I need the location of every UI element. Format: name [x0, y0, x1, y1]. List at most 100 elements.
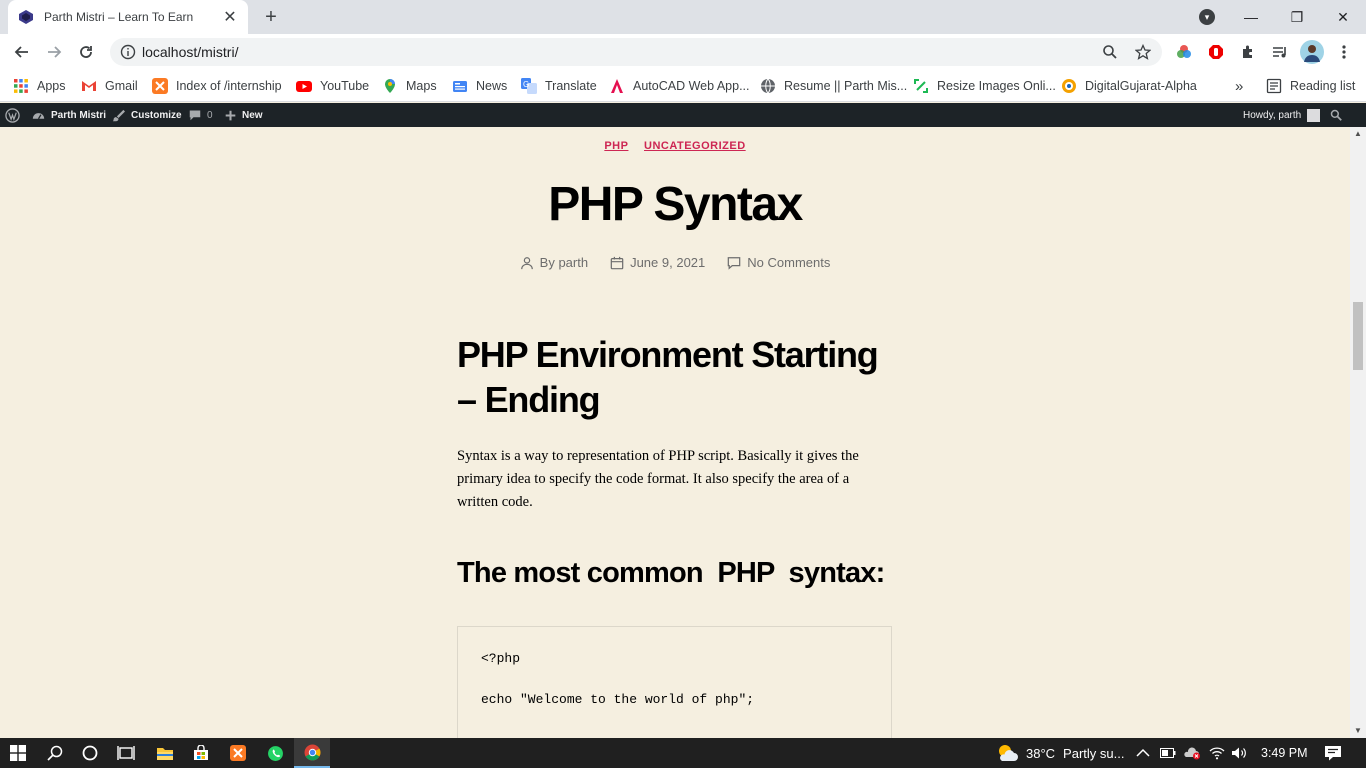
news-icon: [453, 81, 467, 92]
reading-list-button[interactable]: Reading list: [1266, 76, 1355, 96]
code-line: <?php: [481, 651, 521, 666]
battery-icon[interactable]: [1160, 738, 1176, 768]
bookmarks-overflow-button[interactable]: »: [1235, 76, 1243, 96]
reading-list-label: Reading list: [1290, 79, 1356, 93]
globe-icon: [761, 78, 775, 94]
color-extension-icon[interactable]: [1174, 42, 1194, 62]
post-paragraph: Syntax is a way to representation of PHP…: [457, 448, 859, 510]
wp-customize[interactable]: Customize: [112, 103, 182, 127]
cortana-icon[interactable]: [72, 738, 108, 768]
url-text: localhost/mistri/: [142, 44, 239, 60]
post-comments-link[interactable]: No Comments: [727, 255, 830, 270]
bookmark-apps[interactable]: Apps: [13, 76, 66, 96]
bookmark-label: Gmail: [105, 79, 138, 93]
wp-comments[interactable]: 0: [189, 103, 213, 127]
site-favicon-icon: [19, 10, 33, 24]
system-clock[interactable]: 3:49 PM: [1261, 738, 1308, 768]
chrome-taskbar-icon[interactable]: [294, 738, 330, 768]
heading-common-syntax: The most common PHP syntax:: [457, 557, 885, 589]
bookmark-autocad[interactable]: AutoCAD Web App...: [609, 76, 750, 96]
weather-description: Partly su...: [1063, 745, 1125, 761]
minimize-button[interactable]: —: [1228, 0, 1274, 34]
maps-icon: [385, 79, 395, 93]
bookmark-internship[interactable]: Index of /internship: [152, 76, 282, 96]
new-tab-button[interactable]: +: [260, 6, 282, 28]
show-hidden-icons-button[interactable]: [1136, 738, 1150, 768]
bookmark-label: Resize Images Onli...: [937, 79, 1056, 93]
bookmark-youtube[interactable]: YouTube: [296, 76, 369, 96]
comment-icon: [727, 256, 741, 270]
wp-new-label: New: [242, 109, 263, 121]
extensions-puzzle-icon[interactable]: [1238, 42, 1258, 62]
bookmark-gmail[interactable]: Gmail: [81, 76, 138, 96]
wp-site-name-label: Parth Mistri: [51, 109, 107, 121]
tab-close-icon[interactable]: ✕: [222, 7, 238, 27]
wp-search-icon[interactable]: [1330, 103, 1348, 127]
bookmarks-bar: Apps Gmail Index of /internship YouTube …: [0, 70, 1366, 102]
post-date-label: June 9, 2021: [630, 255, 706, 270]
wp-account-menu[interactable]: Howdy, parth: [1243, 103, 1321, 127]
chrome-menu-icon[interactable]: [1334, 42, 1354, 62]
bookmark-resize-images[interactable]: Resize Images Onli...: [913, 76, 1056, 96]
wordpress-logo-icon[interactable]: [5, 103, 26, 127]
bookmark-label: Apps: [37, 79, 66, 93]
tab-search-icon[interactable]: ▾: [1199, 9, 1215, 25]
category-link-uncategorized[interactable]: UNCATEGORIZED: [644, 140, 746, 152]
wp-site-name[interactable]: Parth Mistri: [32, 103, 106, 127]
wp-customize-label: Customize: [131, 109, 182, 121]
windows-start-icon[interactable]: [0, 738, 36, 768]
plus-icon: [225, 110, 236, 120]
scroll-up-icon[interactable]: ▲: [1350, 127, 1366, 141]
wifi-icon[interactable]: [1209, 738, 1225, 768]
whatsapp-icon[interactable]: [257, 738, 293, 768]
xampp-icon: [152, 78, 168, 94]
bookmark-star-icon[interactable]: [1135, 44, 1151, 60]
wp-new[interactable]: New: [225, 103, 263, 127]
forward-icon[interactable]: [42, 40, 66, 64]
profile-avatar[interactable]: [1300, 40, 1324, 64]
post-date[interactable]: June 9, 2021: [610, 255, 705, 270]
restore-button[interactable]: ❐: [1274, 0, 1320, 34]
category-link-php[interactable]: PHP: [604, 140, 628, 152]
bookmark-label: Maps: [406, 79, 437, 93]
back-icon[interactable]: [10, 40, 34, 64]
adblock-icon[interactable]: [1206, 42, 1226, 62]
bookmark-maps[interactable]: Maps: [382, 76, 437, 96]
file-explorer-icon[interactable]: [147, 738, 183, 768]
post-comments-label: No Comments: [747, 255, 831, 270]
address-bar[interactable]: localhost/mistri/: [110, 38, 1162, 66]
bookmark-resume[interactable]: Resume || Parth Mis...: [760, 76, 907, 96]
tab-title: Parth Mistri – Learn To Earn: [44, 10, 194, 24]
post-title: PHP Syntax: [548, 178, 803, 231]
close-window-button[interactable]: ✕: [1320, 0, 1366, 34]
site-info-icon[interactable]: [120, 44, 136, 60]
media-control-icon[interactable]: [1270, 42, 1290, 62]
reload-icon[interactable]: [74, 40, 98, 64]
bookmark-digitalgujarat[interactable]: DigitalGujarat-Alpha: [1061, 76, 1197, 96]
scroll-down-icon[interactable]: ▼: [1350, 724, 1366, 738]
action-center-icon[interactable]: [1324, 738, 1342, 768]
task-view-icon[interactable]: [108, 738, 144, 768]
post-author[interactable]: By parth: [520, 255, 588, 270]
xampp-taskbar-icon[interactable]: [220, 738, 256, 768]
store-icon[interactable]: [183, 738, 219, 768]
bookmark-label: DigitalGujarat-Alpha: [1085, 79, 1197, 93]
bookmark-news[interactable]: News: [452, 76, 507, 96]
wp-comments-count: 0: [207, 109, 213, 121]
search-icon[interactable]: [37, 738, 73, 768]
wp-admin-bar: Parth Mistri Customize 0 New Howdy, part…: [0, 103, 1366, 127]
gmail-icon: [82, 81, 96, 91]
weather-widget[interactable]: 38°C Partly su...: [996, 738, 1124, 768]
scrollbar-thumb[interactable]: [1353, 302, 1363, 370]
page-scrollbar[interactable]: ▲ ▼: [1350, 127, 1366, 738]
digitalgujarat-icon: [1062, 79, 1076, 93]
cloud-sync-error-icon[interactable]: [1183, 738, 1201, 768]
wp-howdy-label: Howdy, parth: [1243, 109, 1302, 121]
browser-tab-active[interactable]: Parth Mistri – Learn To Earn ✕: [8, 0, 248, 34]
bookmark-label: YouTube: [320, 79, 370, 93]
bookmark-translate[interactable]: G Translate: [521, 76, 597, 96]
zoom-icon[interactable]: [1102, 44, 1118, 60]
calendar-icon: [610, 256, 624, 269]
code-block: <?php echo "Welcome to the world of php"…: [457, 626, 892, 738]
volume-icon[interactable]: [1231, 738, 1247, 768]
